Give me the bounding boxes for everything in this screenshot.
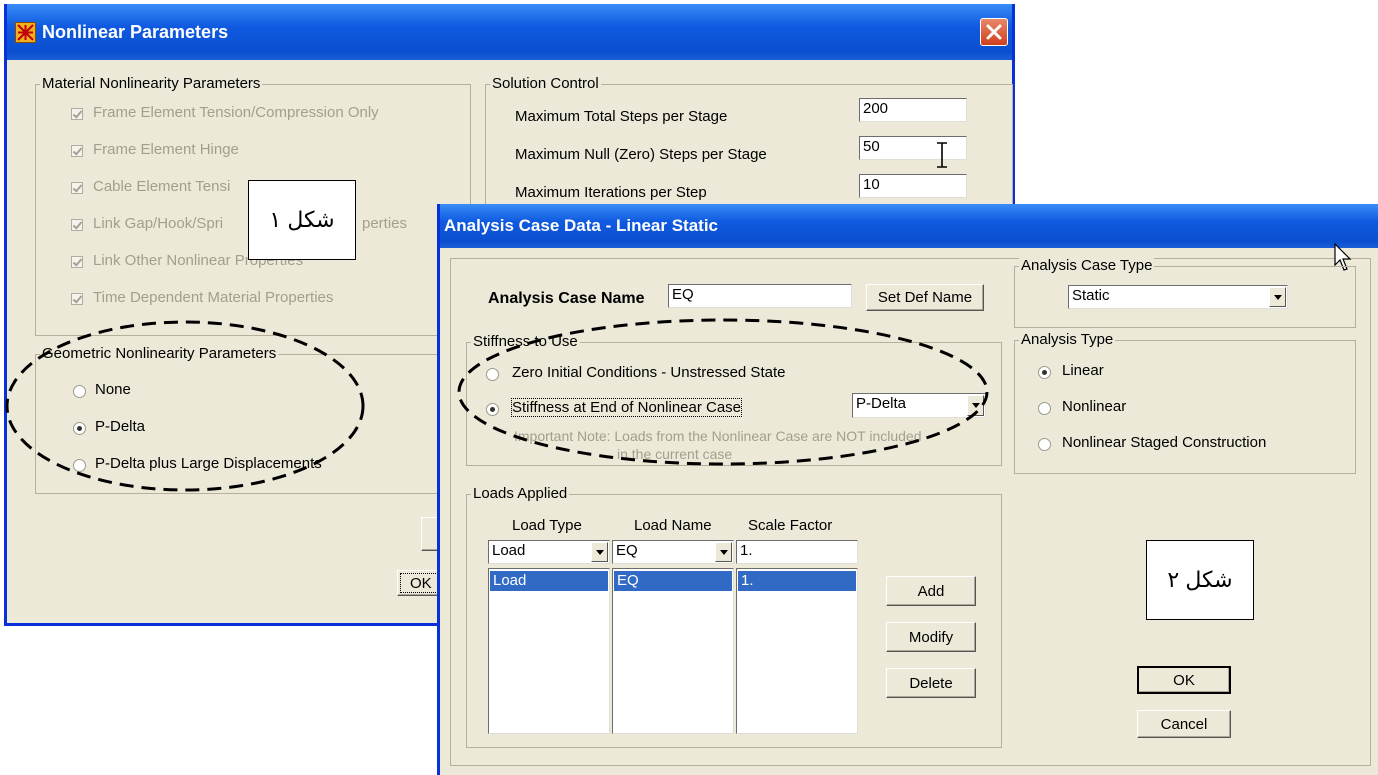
dashed-ellipse-geometric (5, 320, 365, 492)
dashed-ellipse-annotations (5, 318, 989, 492)
dashed-ellipse-stiffness (457, 318, 989, 466)
